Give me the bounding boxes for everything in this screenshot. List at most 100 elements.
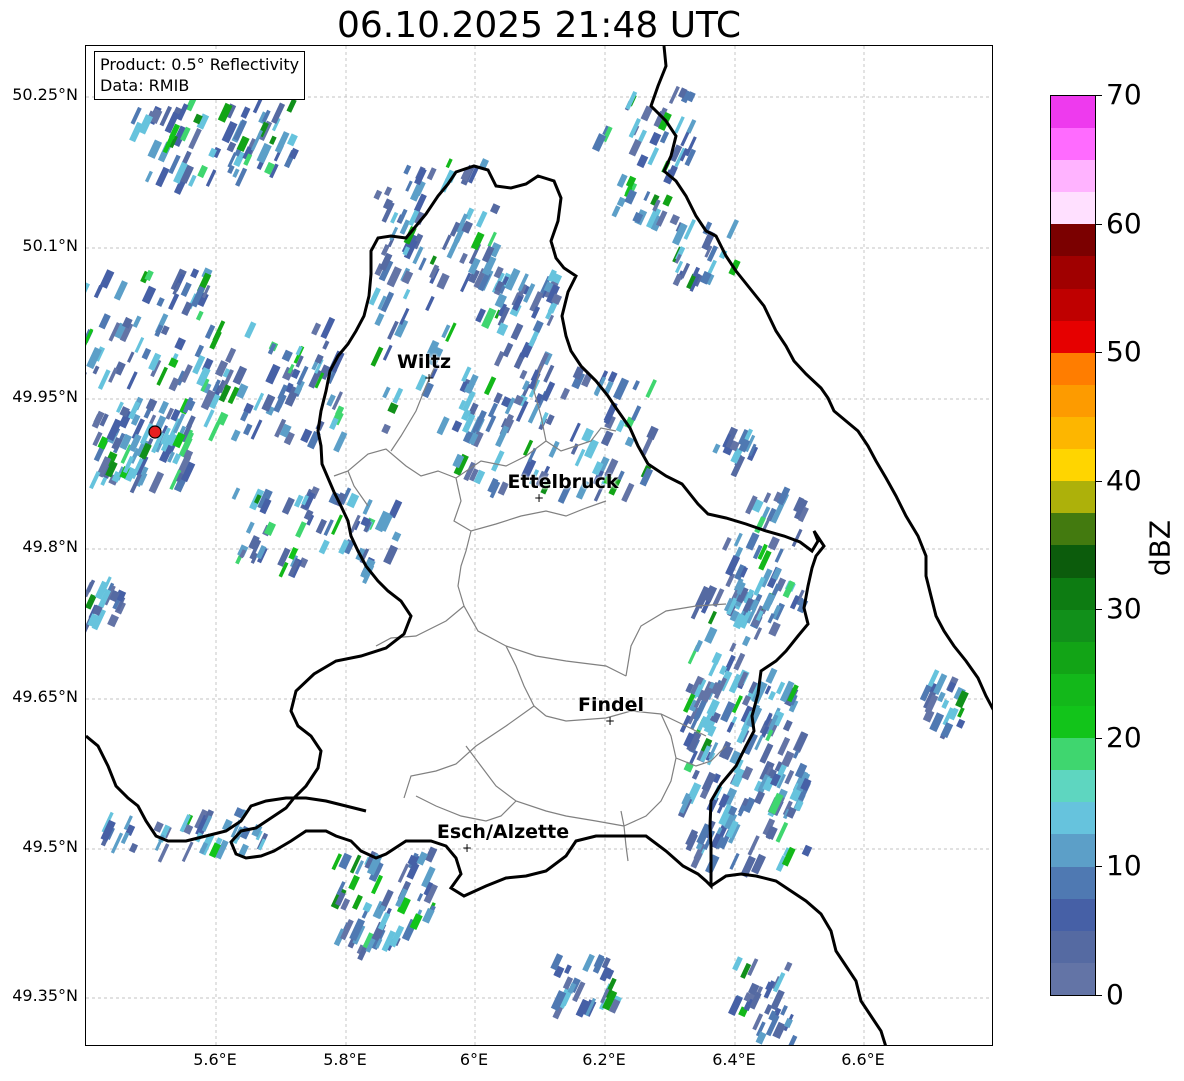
- echo-cell: [753, 790, 766, 805]
- echo-cell: [686, 119, 697, 134]
- echo-cell: [382, 386, 391, 399]
- echo-cell: [701, 771, 717, 792]
- colorbar-tick: [1096, 480, 1102, 482]
- echo-cell: [485, 414, 497, 433]
- echo-cell: [132, 315, 142, 328]
- echo-cell: [318, 539, 330, 555]
- echo-cell: [256, 142, 272, 164]
- echo-cell: [265, 363, 281, 385]
- echo-cell: [956, 718, 966, 729]
- echo-cell: [532, 320, 544, 333]
- colorbar-segment: [1051, 513, 1095, 546]
- colorbar-segment: [1051, 417, 1095, 450]
- echo-cell: [726, 721, 735, 733]
- colorbar-tick-label: 50: [1106, 335, 1142, 369]
- echo-cell: [612, 377, 630, 401]
- reflectivity-colorbar: [1050, 95, 1096, 996]
- data-source-label: Data: RMIB: [100, 76, 190, 95]
- colorbar-tick: [1096, 352, 1102, 354]
- echo-cell: [129, 842, 139, 854]
- colorbar-tick: [1096, 95, 1102, 96]
- echo-cell: [425, 295, 435, 312]
- echo-cell: [352, 894, 363, 910]
- lon-label: 6.2°E: [582, 1050, 626, 1069]
- echo-cell: [591, 133, 607, 152]
- echo-cell: [693, 639, 703, 653]
- echo-cell: [204, 324, 216, 340]
- echo-cell: [668, 85, 680, 105]
- colorbar-tick: [1096, 737, 1102, 739]
- echo-cell: [141, 285, 157, 305]
- radar-site-marker[interactable]: [148, 425, 162, 439]
- colorbar-segment: [1051, 128, 1095, 161]
- colorbar-segment: [1051, 545, 1095, 578]
- echo-cell: [616, 173, 628, 188]
- echo-cell: [113, 280, 128, 301]
- echo-cell: [108, 367, 118, 383]
- colorbar-segment: [1051, 352, 1095, 385]
- colorbar-segment: [1051, 320, 1095, 353]
- echo-cell: [230, 429, 241, 442]
- echo-cell: [787, 1034, 798, 1045]
- echo-cell: [775, 821, 789, 843]
- echo-cell: [373, 189, 383, 200]
- echo-cell: [459, 252, 468, 264]
- echo-cell: [470, 231, 485, 251]
- echo-cell: [381, 423, 391, 435]
- echo-cell: [729, 852, 740, 870]
- echo-cell: [768, 621, 781, 637]
- echo-cell: [729, 642, 737, 653]
- echo-cell: [451, 420, 463, 433]
- colorbar-tick-label: 10: [1106, 849, 1142, 883]
- echo-cell: [747, 835, 760, 856]
- colorbar-segment: [1051, 834, 1095, 867]
- echo-cell: [493, 392, 503, 404]
- echo-cell: [333, 431, 348, 453]
- echo-cell: [416, 893, 424, 902]
- echo-cell: [281, 349, 293, 362]
- echo-cell: [374, 312, 385, 327]
- lat-label: 50.25°N: [12, 85, 78, 104]
- echo-cell: [391, 531, 402, 542]
- echo-cell: [519, 369, 528, 380]
- echo-cell: [331, 853, 343, 871]
- echo-cell: [732, 956, 743, 971]
- product-label: Product: 0.5° Reflectivity: [100, 55, 300, 74]
- echo-cell: [502, 342, 514, 358]
- echo-cell: [784, 769, 795, 785]
- echo-cell: [782, 719, 793, 732]
- echo-cell: [99, 269, 115, 289]
- echo-cell: [649, 131, 662, 146]
- colorbar-segment: [1051, 770, 1095, 803]
- echo-cell: [362, 901, 373, 913]
- echo-cell: [245, 521, 255, 534]
- city-marker-esch-alzette: +: [461, 841, 473, 855]
- echo-cell: [97, 369, 111, 390]
- echo-cell: [639, 467, 654, 487]
- city-label-findel: Findel: [577, 694, 645, 716]
- echo-cell: [158, 400, 169, 415]
- echo-cell: [801, 844, 813, 857]
- lon-label: 6°E: [459, 1050, 489, 1069]
- echo-cell: [397, 863, 410, 883]
- echo-cell: [510, 322, 524, 341]
- echo-cell: [86, 579, 96, 593]
- echo-cell: [188, 128, 202, 150]
- echo-cell: [645, 379, 657, 399]
- colorbar-tick-label: 20: [1106, 720, 1142, 754]
- colorbar-segment: [1051, 384, 1095, 418]
- canton-borders: [333, 363, 727, 862]
- echo-cell: [197, 164, 208, 179]
- colorbar-segment: [1051, 577, 1095, 610]
- echo-cell: [153, 821, 164, 833]
- colorbar-segment: [1051, 609, 1095, 642]
- echo-cell: [155, 166, 170, 188]
- echo-cell: [475, 210, 488, 228]
- lat-label: 49.5°N: [22, 837, 78, 856]
- canton-boundary: [333, 363, 727, 862]
- echo-cell: [252, 98, 263, 114]
- echo-cell: [243, 423, 253, 436]
- echo-cell: [370, 346, 384, 367]
- echo-cell: [643, 190, 651, 202]
- radar-map[interactable]: [85, 45, 993, 1046]
